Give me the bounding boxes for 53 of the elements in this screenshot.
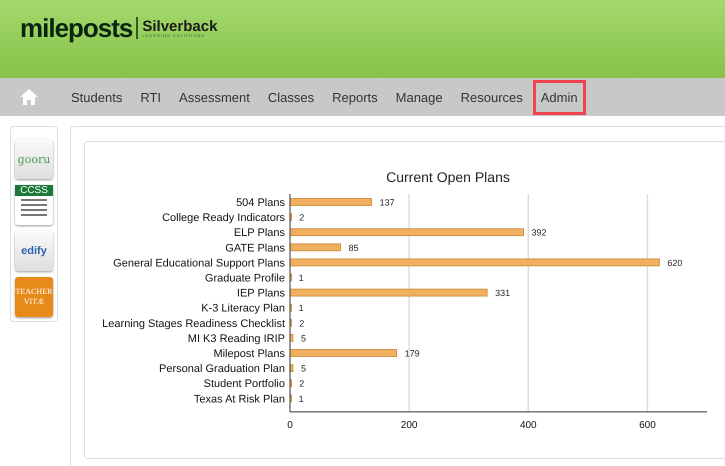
tick-label: 0: [287, 420, 293, 431]
nav-tab[interactable]: Reports: [324, 80, 386, 114]
value-label: 331: [495, 288, 510, 298]
value-label: 1: [298, 273, 304, 283]
tick-label: 200: [400, 420, 418, 431]
value-label: 1: [298, 303, 304, 314]
category-label: MI K3 Reading IRIP: [188, 332, 285, 345]
tick-label: 400: [520, 420, 537, 431]
value-label: 5: [300, 333, 306, 344]
nav-tab[interactable]: RTI: [132, 80, 170, 114]
bar: [290, 379, 292, 388]
value-label: 620: [667, 258, 682, 268]
bar: [290, 274, 292, 282]
nav-tab[interactable]: Students: [63, 80, 130, 114]
bar: [290, 394, 292, 402]
nav-tab[interactable]: Resources: [452, 80, 531, 114]
nav-tab[interactable]: Classes: [260, 80, 322, 114]
category-label: Graduate Profile: [204, 272, 285, 284]
category-label: ELP Plans: [234, 227, 285, 240]
nav-tab[interactable]: Admin: [532, 80, 586, 114]
value-label: 85: [348, 242, 359, 253]
category-label: 504 Plans: [236, 197, 285, 209]
category-label: Texas At Risk Plan: [194, 393, 285, 406]
value-label: 179: [404, 348, 420, 358]
home-icon[interactable]: [19, 88, 39, 106]
value-label: 2: [299, 378, 304, 389]
bar: [290, 318, 292, 327]
category-label: K-3 Literacy Plan: [201, 302, 285, 315]
nav-tab[interactable]: Manage: [388, 80, 451, 114]
category-label: Learning Stages Readiness Checklist: [102, 318, 285, 330]
category-label: General Educational Support Plans: [113, 257, 285, 270]
app-tile[interactable]: edify: [15, 231, 53, 271]
category-label: IEP Plans: [236, 288, 285, 300]
bar: [290, 304, 292, 312]
category-label: Personal Graduation Plan: [159, 363, 285, 376]
app-tile[interactable]: CCSS: [15, 185, 53, 225]
nav-tab[interactable]: Assessment: [171, 80, 258, 114]
chart-title: Current Open Plans: [386, 169, 510, 185]
bar: [290, 243, 342, 252]
tick-label: 600: [639, 420, 656, 431]
category-label: College Ready Indicators: [162, 212, 285, 224]
value-label: 137: [380, 198, 395, 208]
value-label: 5: [300, 364, 306, 374]
value-label: 1: [298, 394, 304, 404]
value-label: 392: [532, 228, 547, 238]
value-label: 2: [299, 318, 304, 328]
bar: [290, 364, 294, 372]
value-label: 2: [299, 212, 304, 223]
category-label: Milepost Plans: [213, 348, 285, 360]
category-label: Student Portfolio: [204, 378, 285, 390]
bar: [290, 213, 292, 221]
bar: [290, 334, 294, 342]
category-label: GATE Plans: [225, 242, 285, 254]
